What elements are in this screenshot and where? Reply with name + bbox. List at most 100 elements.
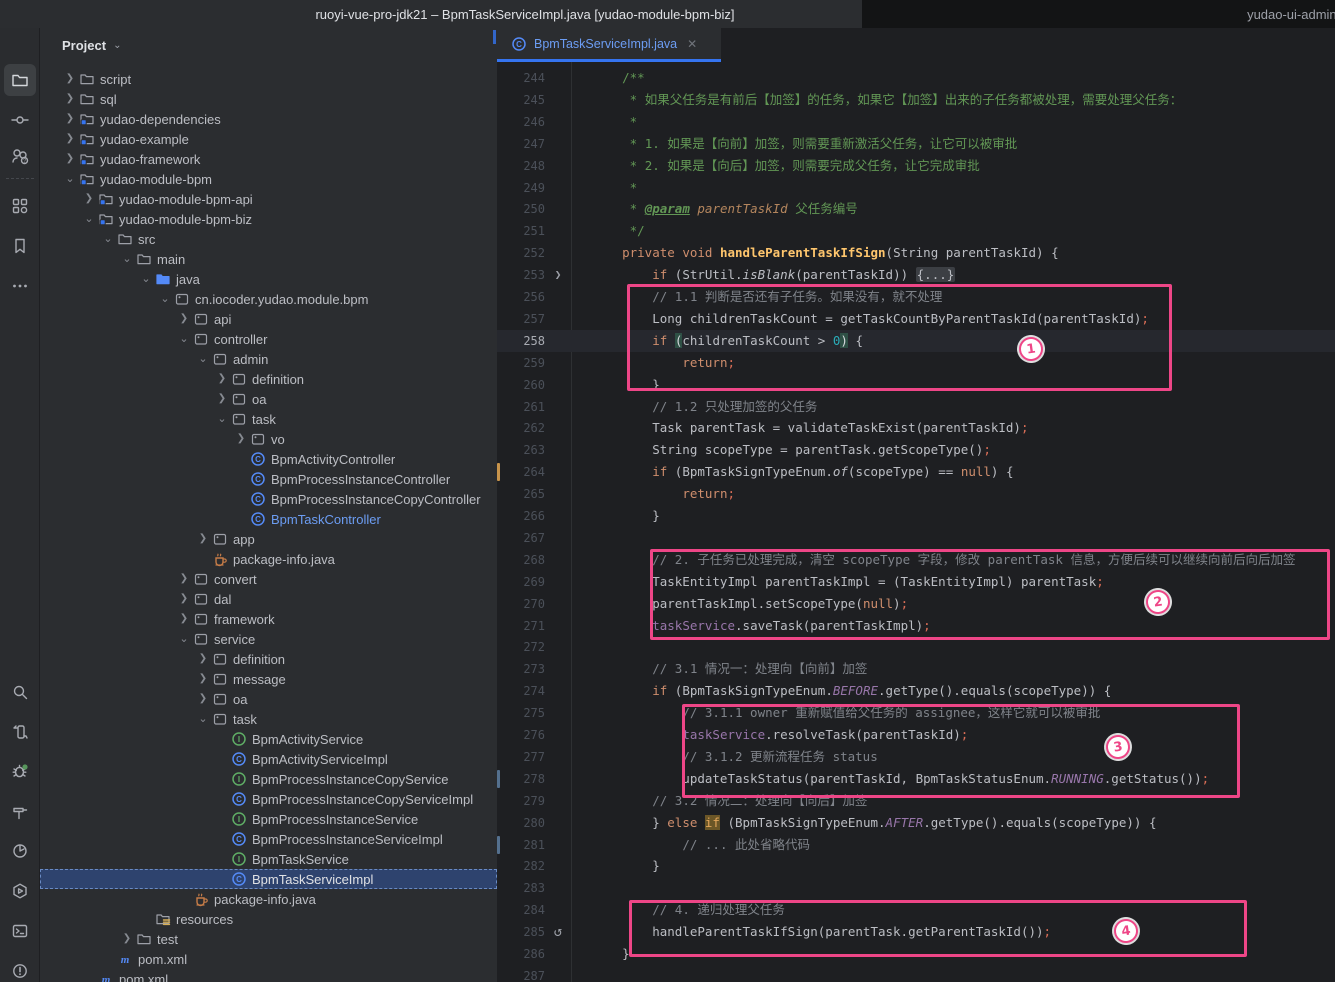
- code-line-278[interactable]: 278 updateTaskStatus(parentTaskId, BpmTa…: [497, 768, 1335, 790]
- chevron-down-icon[interactable]: ⌄: [157, 289, 173, 309]
- chevron-right-icon[interactable]: ❯: [195, 689, 211, 709]
- tree-item-test[interactable]: ❯test: [40, 929, 497, 949]
- code-line-287[interactable]: 287: [497, 965, 1335, 982]
- pull-requests-icon[interactable]: ?: [4, 140, 36, 172]
- code-line-272[interactable]: 272: [497, 636, 1335, 658]
- code-line-282[interactable]: 282 }: [497, 855, 1335, 877]
- background-window-titlebar[interactable]: yudao-ui-admin-: [862, 0, 1335, 28]
- chevron-right-icon[interactable]: ❯: [81, 189, 97, 209]
- tree-item-sql[interactable]: ❯sql: [40, 89, 497, 109]
- chevron-right-icon[interactable]: ❯: [62, 69, 78, 89]
- tree-item-yudao-module-bpm-biz[interactable]: ⌄yudao-module-bpm-biz: [40, 209, 497, 229]
- code-line-247[interactable]: 247 * 1. 如果是【向前】加签，则需要重新激活父任务，让它可以被审批: [497, 133, 1335, 155]
- tree-item-definition[interactable]: ❯definition: [40, 649, 497, 669]
- code-line-252[interactable]: 252 private void handleParentTaskIfSign(…: [497, 242, 1335, 264]
- tree-item-bpmprocessinstancecopyservice[interactable]: IBpmProcessInstanceCopyService: [40, 769, 497, 789]
- tree-scrollbar-thumb[interactable]: [493, 30, 496, 44]
- tree-item-bpmtaskserviceimpl[interactable]: CBpmTaskServiceImpl: [40, 869, 497, 889]
- code-line-256[interactable]: 256 // 1.1 判断是否还有子任务。如果没有，就不处理: [497, 286, 1335, 308]
- chevron-down-icon[interactable]: ⌄: [81, 209, 97, 229]
- gutter-change-marker-saved[interactable]: [497, 836, 500, 854]
- bookmarks-icon[interactable]: [4, 230, 36, 262]
- tree-item-task[interactable]: ⌄task: [40, 409, 497, 429]
- code-line-286[interactable]: 286 }: [497, 943, 1335, 965]
- chevron-right-icon[interactable]: ❯: [62, 129, 78, 149]
- structure-icon[interactable]: [4, 190, 36, 222]
- chevron-right-icon[interactable]: ❯: [176, 609, 192, 629]
- code-line-264[interactable]: 264 if (BpmTaskSignTypeEnum.of(scopeType…: [497, 461, 1335, 483]
- code-line-276[interactable]: 276 taskService.resolveTask(parentTaskId…: [497, 724, 1335, 746]
- debug-icon[interactable]: [4, 755, 36, 787]
- chevron-right-icon[interactable]: ❯: [176, 589, 192, 609]
- tree-item-admin[interactable]: ⌄admin: [40, 349, 497, 369]
- tree-item-src[interactable]: ⌄src: [40, 229, 497, 249]
- tree-item-bpmtaskcontroller[interactable]: CBpmTaskController: [40, 509, 497, 529]
- chevron-down-icon[interactable]: ⌄: [176, 329, 192, 349]
- build-icon[interactable]: [4, 796, 36, 828]
- chevron-right-icon[interactable]: ❯: [176, 309, 192, 329]
- chevron-down-icon[interactable]: ⌄: [113, 40, 121, 51]
- profiler-icon[interactable]: [4, 835, 36, 867]
- chevron-right-icon[interactable]: ❯: [195, 649, 211, 669]
- tree-item-message[interactable]: ❯message: [40, 669, 497, 689]
- code-line-267[interactable]: 267: [497, 527, 1335, 549]
- jump-to-editor-icon[interactable]: [4, 716, 36, 748]
- tree-item-pom-xml[interactable]: mpom.xml: [40, 949, 497, 969]
- chevron-right-icon[interactable]: ❯: [195, 529, 211, 549]
- code-line-244[interactable]: 244 /**: [497, 67, 1335, 89]
- code-line-284[interactable]: 284 // 4. 递归处理父任务: [497, 899, 1335, 921]
- code-editor[interactable]: 244 /**245 * 如果父任务是有前后【加签】的任务，如果它【加签】出来的…: [497, 62, 1335, 982]
- tree-item-oa[interactable]: ❯oa: [40, 689, 497, 709]
- recursive-call-icon[interactable]: ↺: [545, 921, 571, 943]
- chevron-right-icon[interactable]: ❯: [233, 429, 249, 449]
- code-line-245[interactable]: 245 * 如果父任务是有前后【加签】的任务，如果它【加签】出来的子任务都被处理…: [497, 89, 1335, 111]
- problems-icon[interactable]: [4, 955, 36, 982]
- chevron-down-icon[interactable]: ⌄: [195, 709, 211, 729]
- code-line-246[interactable]: 246 *: [497, 111, 1335, 133]
- code-line-274[interactable]: 274 if (BpmTaskSignTypeEnum.BEFORE.getTy…: [497, 680, 1335, 702]
- tree-item-api[interactable]: ❯api: [40, 309, 497, 329]
- tree-item-package-info-java[interactable]: package-info.java: [40, 549, 497, 569]
- chevron-down-icon[interactable]: ⌄: [176, 629, 192, 649]
- tree-item-bpmtaskservice[interactable]: IBpmTaskService: [40, 849, 497, 869]
- tree-item-script[interactable]: ❯script: [40, 69, 497, 89]
- project-folder-icon[interactable]: [4, 64, 36, 96]
- tree-item-bpmprocessinstanceserviceimpl[interactable]: CBpmProcessInstanceServiceImpl: [40, 829, 497, 849]
- code-line-281[interactable]: 281 // ... 此处省略代码: [497, 834, 1335, 856]
- tree-item-cn-iocoder-yudao-module-bpm[interactable]: ⌄cn.iocoder.yudao.module.bpm: [40, 289, 497, 309]
- tree-item-bpmactivityserviceimpl[interactable]: CBpmActivityServiceImpl: [40, 749, 497, 769]
- chevron-down-icon[interactable]: ⌄: [214, 409, 230, 429]
- code-line-260[interactable]: 260 }: [497, 374, 1335, 396]
- gutter-change-marker-saved[interactable]: [497, 770, 500, 788]
- chevron-down-icon[interactable]: ⌄: [138, 269, 154, 289]
- tree-item-resources[interactable]: resources: [40, 909, 497, 929]
- code-line-250[interactable]: 250 * @param parentTaskId 父任务编号: [497, 198, 1335, 220]
- tree-item-yudao-framework[interactable]: ❯yudao-framework: [40, 149, 497, 169]
- code-line-251[interactable]: 251 */: [497, 220, 1335, 242]
- tree-item-bpmprocessinstancecopyserviceimpl[interactable]: CBpmProcessInstanceCopyServiceImpl: [40, 789, 497, 809]
- chevron-right-icon[interactable]: ❯: [62, 109, 78, 129]
- code-line-265[interactable]: 265 return;: [497, 483, 1335, 505]
- tree-item-java[interactable]: ⌄java: [40, 269, 497, 289]
- code-line-279[interactable]: 279 // 3.2 情况二：处理向【向后】加签: [497, 790, 1335, 812]
- chevron-down-icon[interactable]: ⌄: [100, 229, 116, 249]
- chevron-right-icon[interactable]: ❯: [214, 369, 230, 389]
- code-line-271[interactable]: 271 taskService.saveTask(parentTaskImpl)…: [497, 615, 1335, 637]
- tree-item-bpmprocessinstancecontroller[interactable]: CBpmProcessInstanceController: [40, 469, 497, 489]
- tree-item-yudao-module-bpm[interactable]: ⌄yudao-module-bpm: [40, 169, 497, 189]
- close-icon[interactable]: ✕: [687, 37, 697, 51]
- code-line-283[interactable]: 283: [497, 877, 1335, 899]
- tree-item-yudao-module-bpm-api[interactable]: ❯yudao-module-bpm-api: [40, 189, 497, 209]
- more-tool-windows-icon[interactable]: [4, 270, 36, 302]
- code-line-261[interactable]: 261 // 1.2 只处理加签的父任务: [497, 396, 1335, 418]
- tree-item-service[interactable]: ⌄service: [40, 629, 497, 649]
- tree-item-bpmprocessinstanceservice[interactable]: IBpmProcessInstanceService: [40, 809, 497, 829]
- code-line-277[interactable]: 277 // 3.1.2 更新流程任务 status: [497, 746, 1335, 768]
- tree-item-app[interactable]: ❯app: [40, 529, 497, 549]
- tree-item-bpmactivitycontroller[interactable]: CBpmActivityController: [40, 449, 497, 469]
- fold-collapsed-icon[interactable]: ❯: [545, 264, 571, 286]
- code-line-248[interactable]: 248 * 2. 如果是【向后】加签，则需要完成父任务，让它完成审批: [497, 155, 1335, 177]
- tree-item-yudao-dependencies[interactable]: ❯yudao-dependencies: [40, 109, 497, 129]
- tree-item-bpmactivityservice[interactable]: IBpmActivityService: [40, 729, 497, 749]
- chevron-down-icon[interactable]: ⌄: [62, 169, 78, 189]
